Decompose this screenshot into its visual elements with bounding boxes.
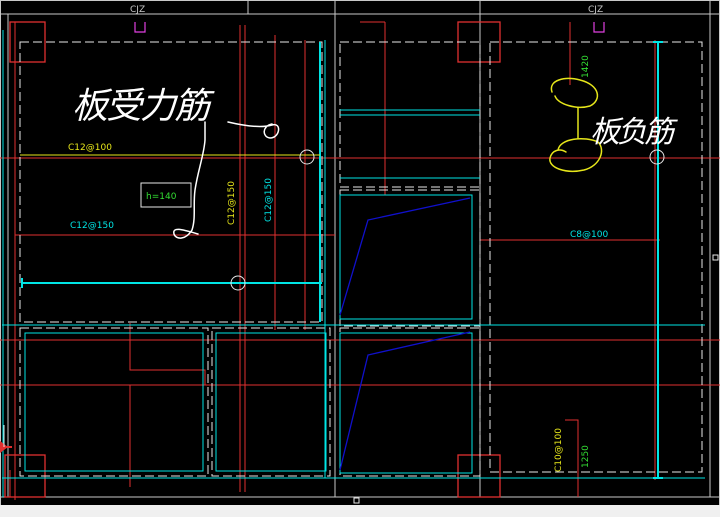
rebar-label-c12-100: C12@100 bbox=[68, 143, 112, 153]
slab-thickness-label: h=140 bbox=[146, 192, 177, 202]
cjz-label-right: CJZ bbox=[588, 5, 603, 15]
cjz-marker-icons bbox=[134, 22, 605, 33]
rebar-label-vert-a: C12@150 bbox=[227, 181, 237, 225]
rebar-label-c8-100: C8@100 bbox=[570, 230, 608, 240]
cad-drawing-viewport[interactable]: CJZ CJZ C12@100 C12@150 C8@100 C12@150 C… bbox=[0, 0, 720, 517]
floor-plan-svg[interactable]: CJZ CJZ C12@100 C12@150 C8@100 C12@150 C… bbox=[0, 0, 720, 517]
handwritten-text-left: 板受力筋 bbox=[72, 86, 215, 127]
grip-handles[interactable] bbox=[353, 254, 719, 504]
rebar-circle-icon bbox=[230, 149, 665, 291]
rebar-label-vert-b: C12@150 bbox=[264, 178, 274, 222]
stair-braces bbox=[339, 197, 471, 471]
ucs-axis-icon bbox=[0, 425, 12, 453]
cjz-label-left: CJZ bbox=[130, 5, 145, 15]
rebar-label-c10-100: C10@100 bbox=[554, 428, 564, 472]
drawing-frame bbox=[0, 0, 720, 517]
bottom-strip bbox=[0, 505, 720, 517]
handwritten-annotation-left: 板受力筋 bbox=[72, 86, 280, 239]
rebar-label-c12-150: C12@150 bbox=[70, 221, 114, 231]
dimension-1420: 1420 bbox=[581, 55, 591, 78]
dimension-1250: 1250 bbox=[581, 445, 591, 468]
handwritten-text-right: 板负筋 bbox=[590, 115, 678, 150]
